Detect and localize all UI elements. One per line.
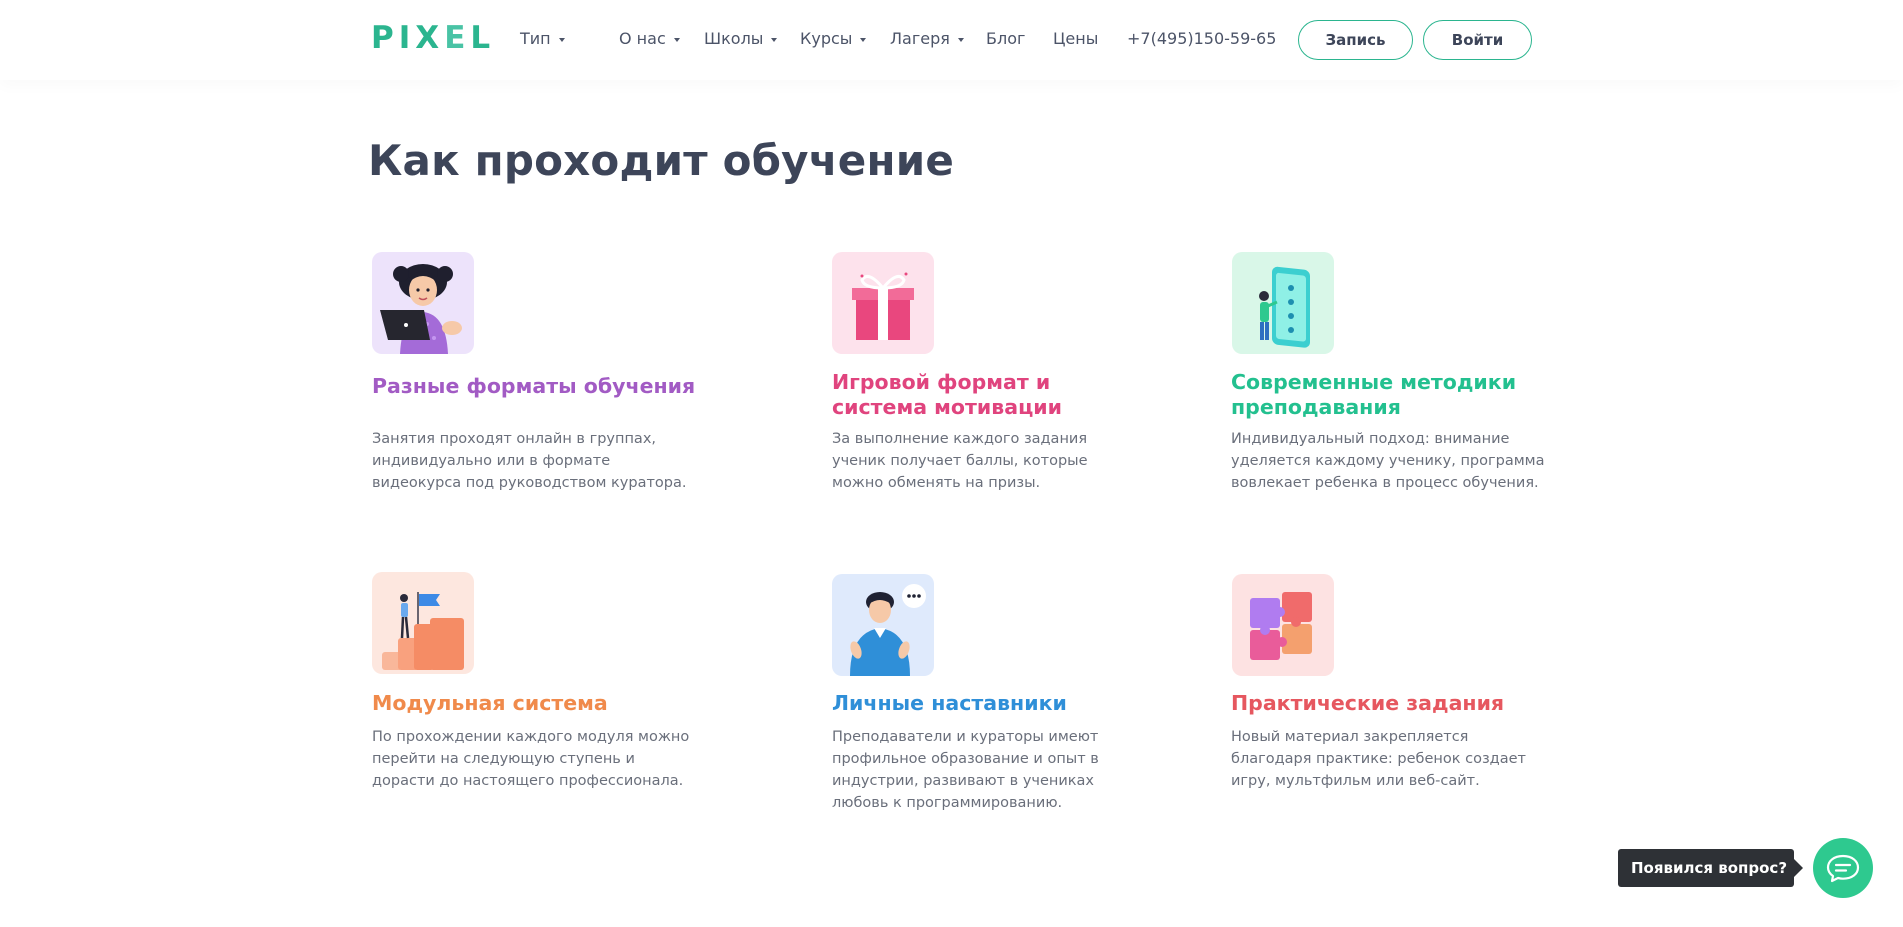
signup-button[interactable]: Запись [1298,20,1413,60]
login-button[interactable]: Войти [1423,20,1532,60]
page-title: Как проходит обучение [368,136,955,185]
card-text: Занятия проходят онлайн в группах, индив… [372,431,687,491]
mentor-icon [832,574,934,676]
nav-label: Лагеря [890,29,950,48]
card-title: Практические задания [1231,691,1505,715]
card-text: Преподаватели и кураторы имеют профильно… [832,729,1099,811]
card-title: Разные форматы обучения [372,374,696,398]
chevron-down-icon [771,37,778,42]
pixel-logo[interactable]: P I X E L [371,20,496,56]
chevron-down-icon [860,37,867,42]
nav-label: О нас [619,29,666,48]
card-text: За выполнение каждого задания ученик пол… [832,431,1088,491]
chat-button[interactable] [1813,838,1873,898]
phone-link[interactable]: +7(495)150-59-65 [1127,29,1276,48]
nav-item-courses[interactable]: Курсы [800,29,867,48]
girl-with-laptop-icon [372,252,474,354]
gift-box-icon [832,252,934,354]
nav-item-schools[interactable]: Школы [704,29,778,48]
logo-letter: X [415,20,445,56]
nav-label: Блог [986,29,1026,48]
puzzle-icon [1232,574,1334,676]
nav-item-camps[interactable]: Лагеря [890,29,964,48]
logo-letter: P [371,20,399,56]
card-text: Индивидуальный подход: внимание уделяетс… [1231,431,1545,491]
nav-item-blog[interactable]: Блог [986,29,1025,48]
chevron-down-icon [558,37,565,42]
logo-letter: E [444,20,471,56]
logo-letter: L [470,20,496,56]
card-text: Новый материал закрепляется благодаря пр… [1231,729,1526,789]
nav-item-prices[interactable]: Цены [1053,29,1098,48]
chat-bubble-icon [1826,854,1860,883]
nav-label: Школы [704,29,764,48]
card-text: По прохождении каждого модуля можно пере… [372,729,690,789]
nav-label: Курсы [800,29,853,48]
chevron-down-icon [673,37,680,42]
site-header: P I X E L Тип О нас Школы Курсы Лагеря Б… [0,0,1903,80]
phone-checklist-icon [1232,252,1334,354]
stairs-flag-icon [372,572,474,674]
card-title: Современные методики преподавания [1231,370,1517,419]
chevron-down-icon [957,37,964,42]
card-title: Игровой формат и система мотивации [832,370,1062,419]
nav-item-type[interactable]: Тип [520,29,565,48]
card-title: Модульная система [372,691,608,715]
phone-number: +7(495)150-59-65 [1127,29,1277,48]
nav-label: Тип [520,29,551,48]
chat-tooltip[interactable]: Появился вопрос? [1618,849,1803,887]
card-title: Личные наставники [832,691,1067,715]
nav-label: Цены [1053,29,1099,48]
nav-item-about[interactable]: О нас [619,29,680,48]
logo-letter: I [398,20,416,56]
